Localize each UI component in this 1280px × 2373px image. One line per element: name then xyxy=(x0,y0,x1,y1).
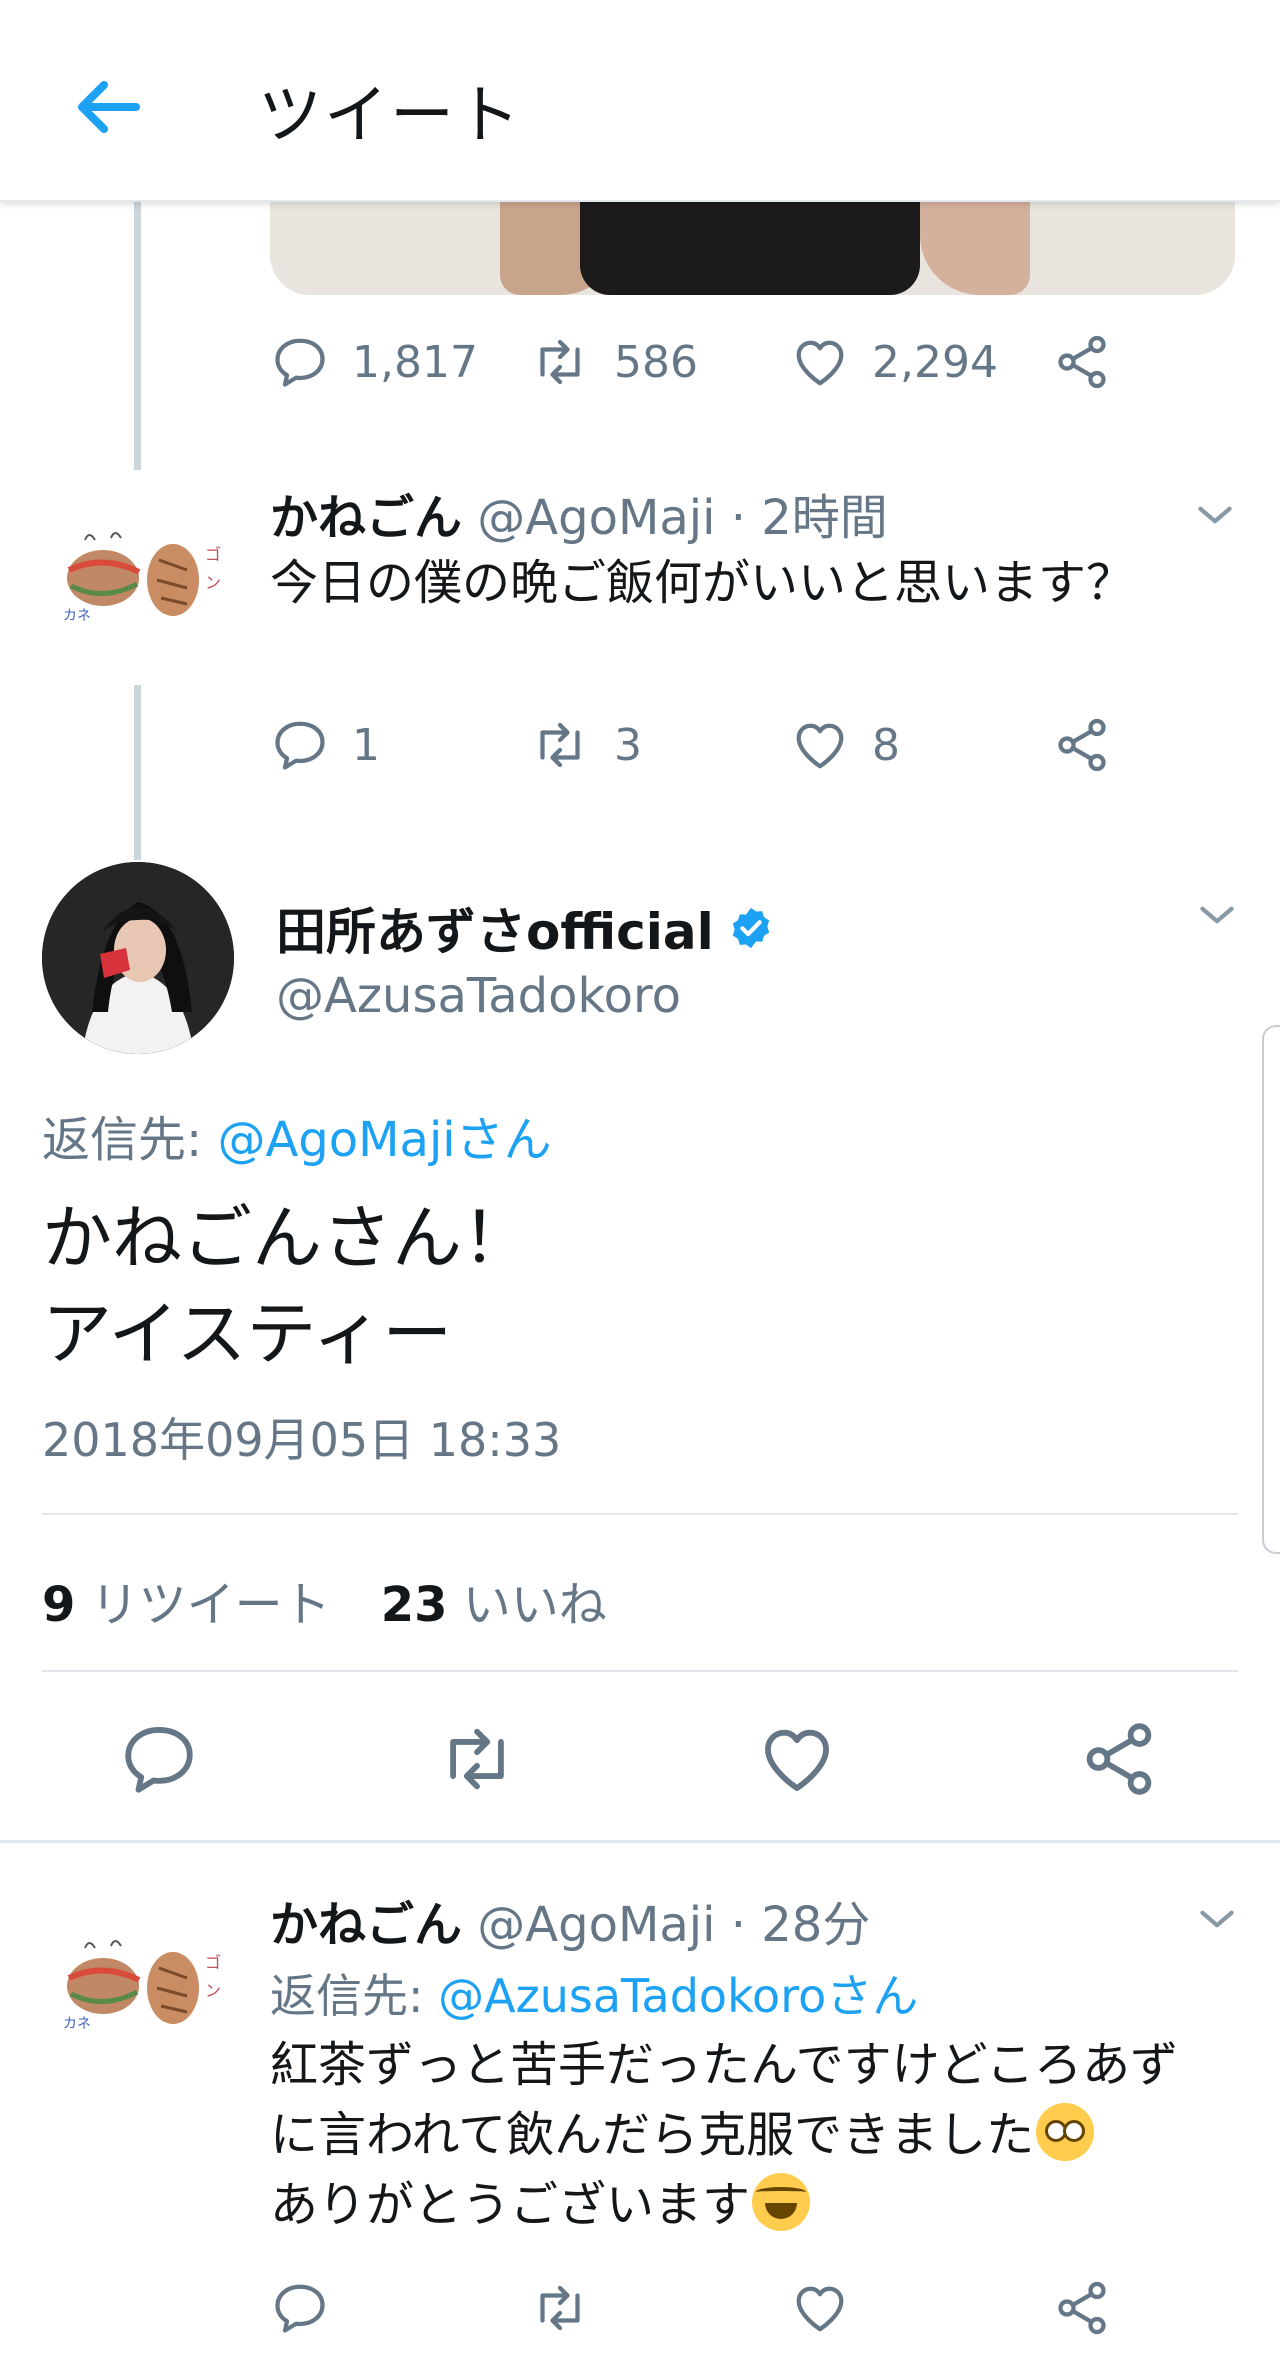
reply-prefix: 返信先: xyxy=(42,1112,218,1168)
verified-badge-icon xyxy=(732,907,769,949)
tweet-text: 紅茶ずっと苦手だったんですけどころあず に言われて飲んだら克服できました ありが… xyxy=(270,2030,1178,2240)
share-icon xyxy=(1052,715,1112,775)
retweet-total: 9 xyxy=(42,1577,76,1633)
author-handle[interactable]: @AzusaTadokoro xyxy=(276,968,681,1024)
author-name-line: 田所あずさofficial xyxy=(276,892,774,964)
reply-button[interactable]: 1,817 xyxy=(270,332,478,392)
chevron-down-icon[interactable] xyxy=(1192,890,1242,940)
like-button[interactable] xyxy=(790,2278,850,2338)
divider xyxy=(42,1513,1238,1515)
share-button[interactable] xyxy=(1052,2278,1112,2338)
comment-bubble-icon xyxy=(270,715,330,775)
author-name[interactable]: かねごん xyxy=(270,1897,462,1953)
divider xyxy=(42,1670,1238,1672)
share-button[interactable] xyxy=(1078,1718,1160,1800)
retweet-icon xyxy=(528,2278,592,2338)
chevron-down-icon[interactable] xyxy=(1190,490,1240,540)
tweet-text-line: ありがとうございます xyxy=(270,2170,1178,2240)
back-button[interactable] xyxy=(62,62,152,152)
like-count: 2,294 xyxy=(872,336,998,388)
avatar[interactable] xyxy=(55,1928,225,2048)
tweet-stats: 9 リツイート 23 いいね xyxy=(42,1565,607,1635)
reply-to-link[interactable]: @AzusaTadokoroさん xyxy=(438,1969,918,2023)
reply-count: 1 xyxy=(352,719,380,771)
retweet-button[interactable] xyxy=(528,2278,592,2338)
reply-context: 返信先: @AgoMajiさん xyxy=(42,1100,552,1170)
tweet-timestamp[interactable]: 2018年09月05日 18:33 xyxy=(42,1404,561,1470)
comment-bubble-icon xyxy=(270,332,330,392)
tweet-author-line: かねごん @AgoMaji · 28分 xyxy=(270,1885,870,1955)
tweet-text-line: 紅茶ずっと苦手だったんですけどころあず xyxy=(270,2037,1179,2093)
reply-button[interactable] xyxy=(118,1718,200,1800)
section-separator xyxy=(0,1840,1280,1843)
avatar[interactable] xyxy=(55,520,225,640)
tweet-time: 28分 xyxy=(761,1897,871,1953)
tweet-text-line: アイスティー xyxy=(42,1293,453,1375)
tweet-time: 2時間 xyxy=(761,490,888,546)
reply-button[interactable] xyxy=(270,2278,330,2338)
like-count: 8 xyxy=(872,719,900,771)
share-button[interactable] xyxy=(1052,715,1112,775)
top-app-bar: ツイート xyxy=(0,0,1280,202)
avatar[interactable] xyxy=(42,862,234,1054)
heart-icon xyxy=(790,332,850,392)
reply-context: 返信先: @AzusaTadokoroさん xyxy=(270,1960,918,2026)
separator-dot: · xyxy=(730,490,746,546)
retweet-icon xyxy=(528,715,592,775)
share-icon xyxy=(1052,2278,1112,2338)
tweet-text-fragment: に言われて飲んだら克服できました xyxy=(270,2107,1035,2163)
author-handle[interactable]: @AgoMaji xyxy=(477,1897,715,1953)
flushed-face-emoji-icon xyxy=(1036,2103,1095,2161)
reply-button[interactable]: 1 xyxy=(270,715,380,775)
retweet-button[interactable] xyxy=(434,1718,520,1800)
likes-stat[interactable]: 23 いいね xyxy=(381,1577,607,1633)
like-button[interactable] xyxy=(756,1718,838,1800)
tweet-text-line: かねごんさん！ xyxy=(42,1197,532,1279)
author-handle[interactable]: @AgoMaji xyxy=(477,490,715,546)
tweet-author-line: かねごん @AgoMaji · 2時間 xyxy=(270,478,888,548)
share-button[interactable] xyxy=(1052,332,1112,392)
retweets-stat[interactable]: 9 リツイート xyxy=(42,1577,331,1633)
author-name[interactable]: かねごん xyxy=(270,490,462,546)
chevron-down-icon[interactable] xyxy=(1192,1894,1242,1944)
share-icon xyxy=(1052,332,1112,392)
arrow-left-icon xyxy=(78,81,140,133)
separator-dot: · xyxy=(730,1897,746,1953)
retweet-button[interactable]: 3 xyxy=(528,715,642,775)
tweet-text-fragment: ありがとうございます xyxy=(270,2177,751,2233)
retweet-count: 586 xyxy=(614,336,698,388)
main-tweet-actions xyxy=(0,1718,1280,1808)
scrollbar-thumb[interactable] xyxy=(1262,1025,1280,1554)
thread-line xyxy=(134,200,141,470)
heart-icon xyxy=(790,2278,850,2338)
reply-tweet-actions xyxy=(270,2278,1230,2348)
reply-prefix: 返信先: xyxy=(270,1969,439,2023)
reply-count: 1,817 xyxy=(352,336,478,388)
tweet-text: かねごんさん！ アイスティー xyxy=(42,1190,532,1382)
comment-bubble-icon xyxy=(270,2278,330,2338)
like-button[interactable]: 2,294 xyxy=(790,332,998,392)
author-name[interactable]: 田所あずさofficial xyxy=(276,892,714,964)
retweet-label: リツイート xyxy=(90,1577,331,1633)
retweet-icon xyxy=(528,332,592,392)
heart-icon xyxy=(790,715,850,775)
avatar-photo-image xyxy=(42,862,234,1054)
tweet1-actions: 1 3 8 xyxy=(270,715,1230,785)
thread-line xyxy=(134,685,141,860)
top-tweet-actions: 1,817 586 2,294 xyxy=(270,332,1230,402)
reply-to-link[interactable]: @AgoMajiさん xyxy=(217,1112,551,1168)
retweet-count: 3 xyxy=(614,719,642,771)
retweet-button[interactable]: 586 xyxy=(528,332,698,392)
page-title: ツイート xyxy=(258,79,522,153)
like-button[interactable]: 8 xyxy=(790,715,900,775)
tweet-text-line: に言われて飲んだら克服できました xyxy=(270,2100,1178,2170)
like-label: いいね xyxy=(462,1577,607,1633)
like-total: 23 xyxy=(380,1577,448,1633)
tweet-text: 今日の僕の晩ご飯何がいいと思います？ xyxy=(270,555,1135,611)
grinning-sweat-emoji-icon xyxy=(752,2173,811,2231)
